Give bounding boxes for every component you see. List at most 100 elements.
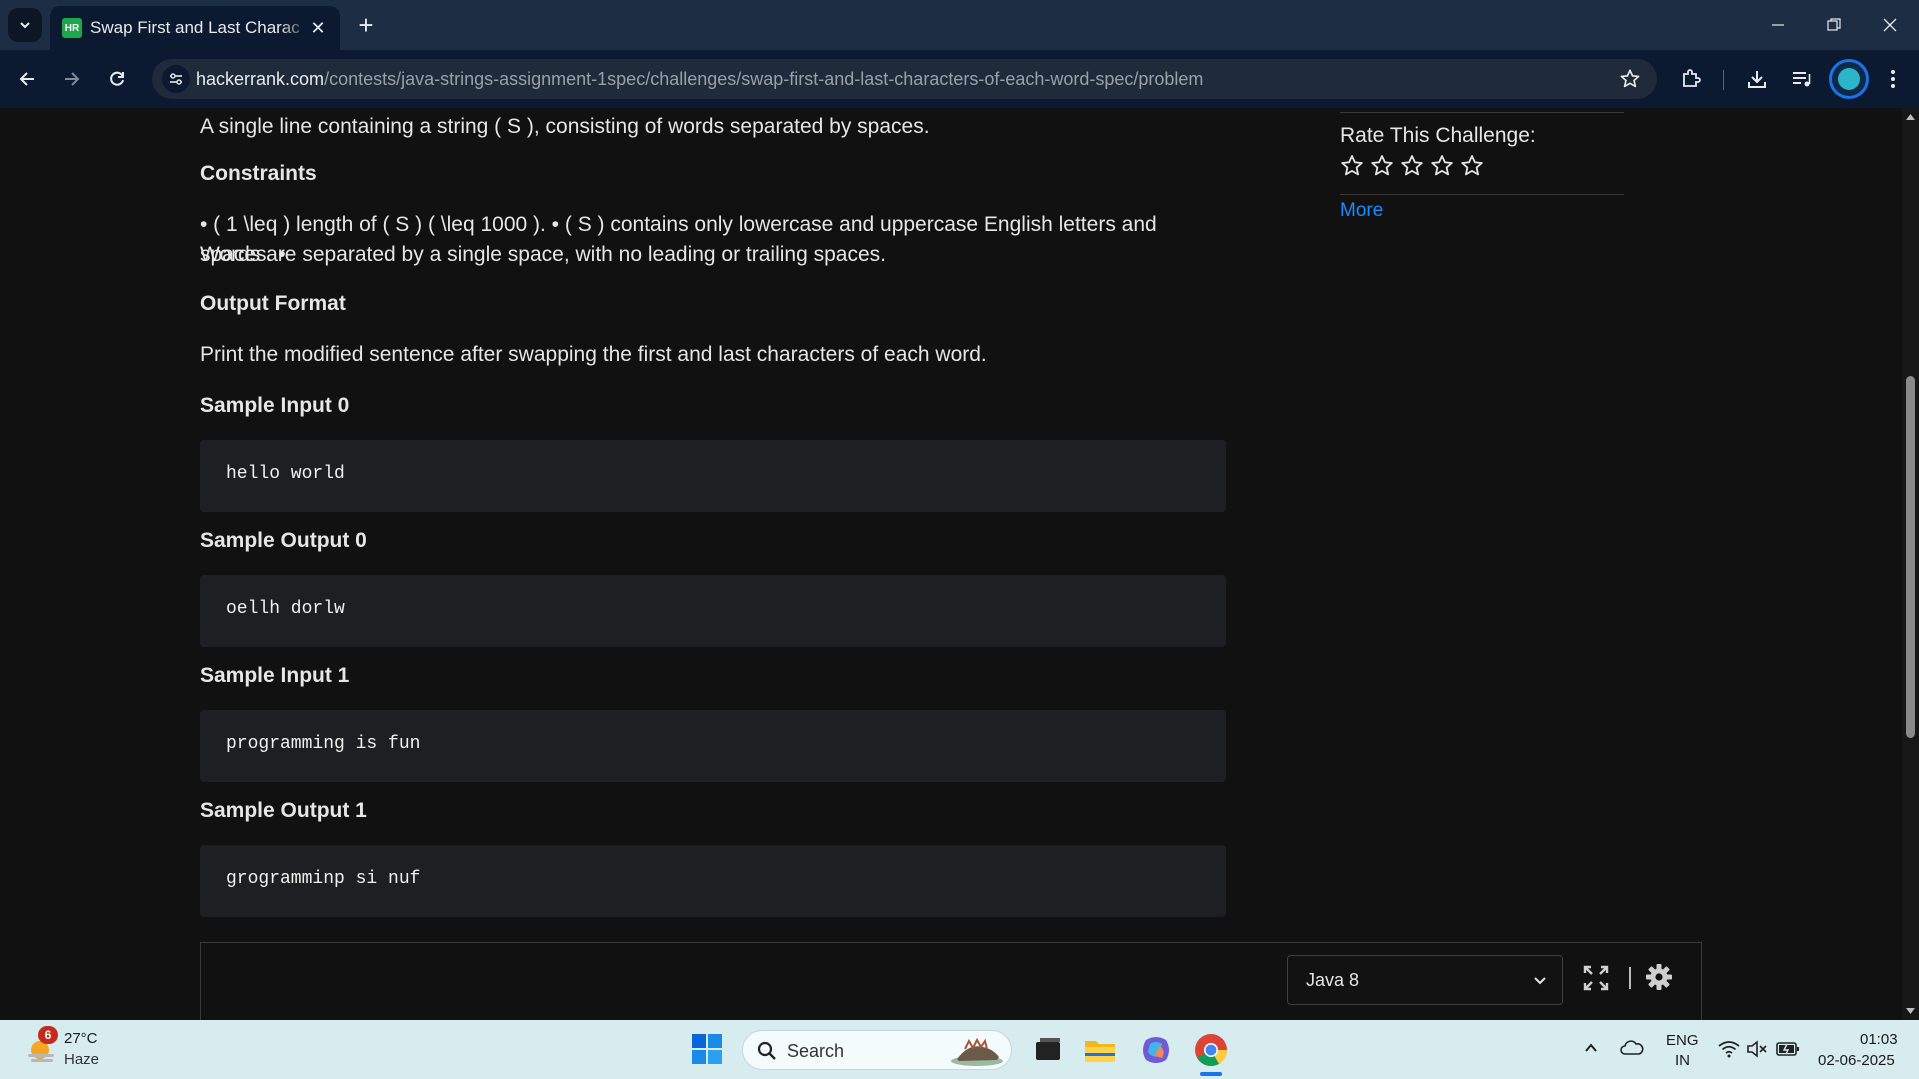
star-icon[interactable] (1460, 154, 1484, 178)
address-bar[interactable]: hackerrank.com/contests/java-strings-ass… (152, 59, 1657, 99)
more-link[interactable]: More (1340, 200, 1383, 222)
chevron-up-icon[interactable] (1583, 1040, 1599, 1056)
onedrive-cloud-icon[interactable] (1620, 1039, 1644, 1057)
sample-input-1-code: programming is fun (226, 734, 421, 754)
tab-strip: HR Swap First and Last Characters of Eac… (0, 0, 1919, 50)
page-scrollbar[interactable] (1902, 108, 1919, 1020)
search-icon (757, 1041, 776, 1060)
avatar-image (1838, 68, 1860, 90)
constraints-line-2: Words are separated by a single space, w… (200, 243, 886, 266)
battery-icon[interactable] (1776, 1041, 1800, 1057)
task-view-icon[interactable] (1030, 1032, 1066, 1068)
active-tab[interactable]: HR Swap First and Last Characters of Eac… (50, 6, 340, 50)
clock-time: 01:03 (1860, 1031, 1898, 1048)
tab-close-icon[interactable]: ✕ (306, 16, 330, 40)
code-editor-toolbar: Java 8 (200, 942, 1702, 1020)
sample-output-1-code: grogramminp si nuf (226, 869, 421, 889)
forward-button[interactable] (55, 62, 89, 96)
new-tab-button[interactable]: + (349, 8, 383, 42)
taskbar-search-box[interactable]: Search (742, 1030, 1012, 1070)
active-app-indicator (1200, 1072, 1222, 1076)
copilot-icon[interactable] (1138, 1032, 1174, 1068)
scroll-up-arrow-icon[interactable] (1905, 112, 1916, 122)
language-code: ENG (1666, 1032, 1699, 1049)
media-controls-button[interactable] (1785, 62, 1819, 96)
reload-button[interactable] (100, 62, 134, 96)
file-explorer-icon[interactable] (1082, 1032, 1118, 1068)
star-icon[interactable] (1400, 154, 1424, 178)
playlist-icon (1793, 72, 1811, 87)
url-host: hackerrank.com (196, 69, 325, 89)
sample-input-1-block: programming is fun (200, 710, 1226, 782)
wifi-icon[interactable] (1718, 1040, 1740, 1058)
browser-toolbar: hackerrank.com/contests/java-strings-ass… (0, 50, 1919, 108)
profile-avatar[interactable] (1829, 59, 1869, 99)
downloads-button[interactable] (1740, 62, 1774, 96)
close-window-button[interactable] (1862, 0, 1918, 50)
restore-icon (1827, 18, 1841, 31)
hackerrank-favicon-icon: HR (62, 18, 82, 38)
fullscreen-icon[interactable] (1583, 965, 1609, 991)
tab-title: Swap First and Last Characters of Each W… (90, 18, 300, 37)
site-info-icon[interactable] (162, 65, 190, 93)
close-icon (1883, 18, 1897, 32)
scrollbar-thumb[interactable] (1906, 376, 1915, 738)
back-arrow-icon (19, 72, 34, 86)
clock-date: 02-06-2025 (1818, 1052, 1895, 1069)
notification-badge: 6 (38, 1026, 58, 1044)
sample-input-0-code: hello world (226, 464, 345, 484)
windows-taskbar: 6 27°C Haze Search ENG IN 01:03 02-06-20… (0, 1020, 1919, 1079)
windows-start-icon[interactable] (692, 1034, 722, 1064)
output-format-text: Print the modified sentence after swappi… (200, 343, 987, 366)
star-icon[interactable] (1370, 154, 1394, 178)
search-highlight-dinosaur-icon (951, 1037, 1003, 1066)
output-format-heading: Output Format (200, 292, 346, 315)
tab-search-button[interactable] (8, 8, 42, 42)
chrome-icon[interactable] (1193, 1032, 1229, 1068)
language-select[interactable]: Java 8 (1287, 955, 1563, 1005)
reload-icon (110, 71, 124, 86)
sample-output-1-heading: Sample Output 1 (200, 799, 367, 822)
sample-output-0-code: oellh dorlw (226, 599, 345, 619)
divider (1340, 194, 1624, 195)
restore-button[interactable] (1806, 0, 1862, 50)
language-select-value: Java 8 (1306, 970, 1360, 990)
volume-muted-icon[interactable] (1746, 1040, 1768, 1058)
weather-temperature: 27°C (64, 1030, 98, 1047)
editor-toolbar-divider (1629, 967, 1631, 989)
kebab-menu-icon (1891, 70, 1895, 88)
scroll-down-arrow-icon[interactable] (1905, 1006, 1916, 1016)
back-button[interactable] (10, 62, 44, 96)
minimize-button[interactable] (1750, 0, 1806, 50)
puzzle-icon (1683, 69, 1701, 87)
toolbar-separator (1723, 70, 1724, 90)
constraints-heading: Constraints (200, 162, 317, 185)
extensions-button[interactable] (1674, 62, 1708, 96)
browser-menu-button[interactable] (1876, 62, 1910, 96)
taskbar-search-placeholder: Search (787, 1041, 845, 1061)
sample-input-0-block: hello world (200, 440, 1226, 512)
sample-output-0-block: oellh dorlw (200, 575, 1226, 647)
region-code: IN (1675, 1052, 1690, 1069)
rate-challenge-label: Rate This Challenge: (1340, 124, 1536, 147)
url-text: hackerrank.com/contests/java-strings-ass… (196, 69, 1203, 90)
star-rating (1340, 154, 1484, 178)
weather-description: Haze (64, 1051, 100, 1068)
sample-input-1-heading: Sample Input 1 (200, 664, 350, 687)
problem-page: A single line containing a string ( S ),… (0, 108, 1902, 1020)
chevron-down-icon (20, 22, 30, 29)
star-icon[interactable] (1340, 154, 1364, 178)
divider (1340, 112, 1624, 113)
sample-output-1-block: grogramminp si nuf (200, 845, 1226, 917)
forward-arrow-icon (65, 72, 80, 86)
star-icon[interactable] (1430, 154, 1454, 178)
minimize-icon (1772, 24, 1784, 26)
gear-icon[interactable] (1645, 963, 1673, 991)
sample-output-0-heading: Sample Output 0 (200, 529, 367, 552)
url-path: /contests/java-strings-assignment-1spec/… (324, 69, 1204, 89)
bookmark-star-icon[interactable] (1619, 68, 1641, 90)
download-icon (1748, 71, 1766, 88)
sample-input-0-heading: Sample Input 0 (200, 394, 350, 417)
input-format-text: A single line containing a string ( S ),… (200, 115, 930, 138)
chevron-down-icon (1534, 977, 1546, 985)
